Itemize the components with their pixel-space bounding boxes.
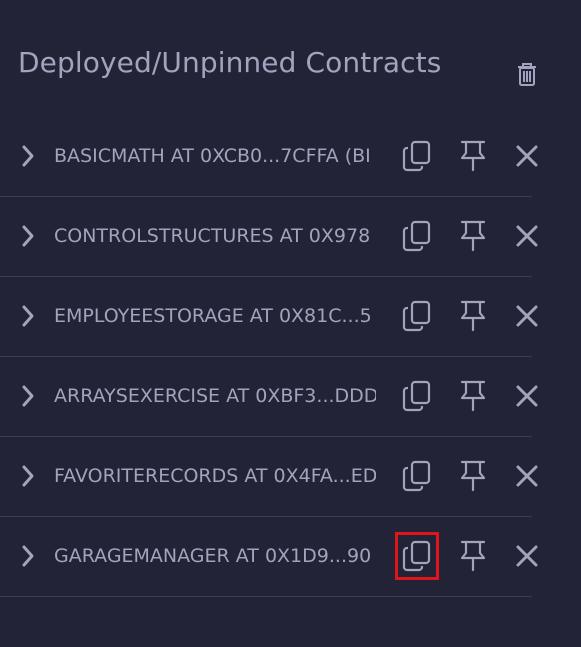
pin-icon[interactable] xyxy=(456,457,490,495)
trash-icon[interactable] xyxy=(514,60,540,88)
contract-row: BASICMATH AT 0XCB0...7CFFA (BI xyxy=(0,117,538,197)
contract-label: FAVORITERECORDS AT 0X4FA...ED xyxy=(54,465,376,487)
copy-icon[interactable] xyxy=(400,377,434,415)
copy-icon[interactable] xyxy=(395,532,439,580)
pin-icon[interactable] xyxy=(456,137,490,175)
chevron-right-icon[interactable] xyxy=(19,303,37,329)
close-icon[interactable] xyxy=(510,537,544,575)
contract-row: CONTROLSTRUCTURES AT 0X978 xyxy=(0,197,538,277)
pin-icon[interactable] xyxy=(456,377,490,415)
contract-row: EMPLOYEESTORAGE AT 0X81C...5 xyxy=(0,277,538,357)
contract-label: EMPLOYEESTORAGE AT 0X81C...5 xyxy=(54,305,372,327)
close-icon[interactable] xyxy=(510,457,544,495)
contract-label: ARRAYSEXERCISE AT 0XBF3...DDD xyxy=(54,385,376,407)
contract-row: GARAGEMANAGER AT 0X1D9...90 xyxy=(0,517,538,597)
contract-label: BASICMATH AT 0XCB0...7CFFA (BI xyxy=(54,145,371,167)
contract-label: GARAGEMANAGER AT 0X1D9...90 xyxy=(54,545,372,567)
copy-icon[interactable] xyxy=(400,297,434,335)
close-icon[interactable] xyxy=(510,297,544,335)
contract-row: FAVORITERECORDS AT 0X4FA...ED xyxy=(0,437,538,517)
contract-label: CONTROLSTRUCTURES AT 0X978 xyxy=(54,225,371,247)
copy-icon[interactable] xyxy=(400,217,434,255)
contract-list: BASICMATH AT 0XCB0...7CFFA (BI CONTROLST… xyxy=(0,117,538,597)
pin-icon[interactable] xyxy=(456,297,490,335)
contract-row: ARRAYSEXERCISE AT 0XBF3...DDD xyxy=(0,357,538,437)
pin-icon[interactable] xyxy=(456,217,490,255)
deployed-contracts-panel: Deployed/Unpinned Contracts BASICMATH AT… xyxy=(0,0,581,647)
close-icon[interactable] xyxy=(510,137,544,175)
panel-title: Deployed/Unpinned Contracts xyxy=(18,46,442,79)
copy-icon[interactable] xyxy=(400,137,434,175)
close-icon[interactable] xyxy=(510,377,544,415)
close-icon[interactable] xyxy=(510,217,544,255)
copy-icon[interactable] xyxy=(400,457,434,495)
chevron-right-icon[interactable] xyxy=(19,383,37,409)
pin-icon[interactable] xyxy=(456,537,490,575)
chevron-right-icon[interactable] xyxy=(19,543,37,569)
chevron-right-icon[interactable] xyxy=(19,143,37,169)
chevron-right-icon[interactable] xyxy=(19,463,37,489)
chevron-right-icon[interactable] xyxy=(19,223,37,249)
